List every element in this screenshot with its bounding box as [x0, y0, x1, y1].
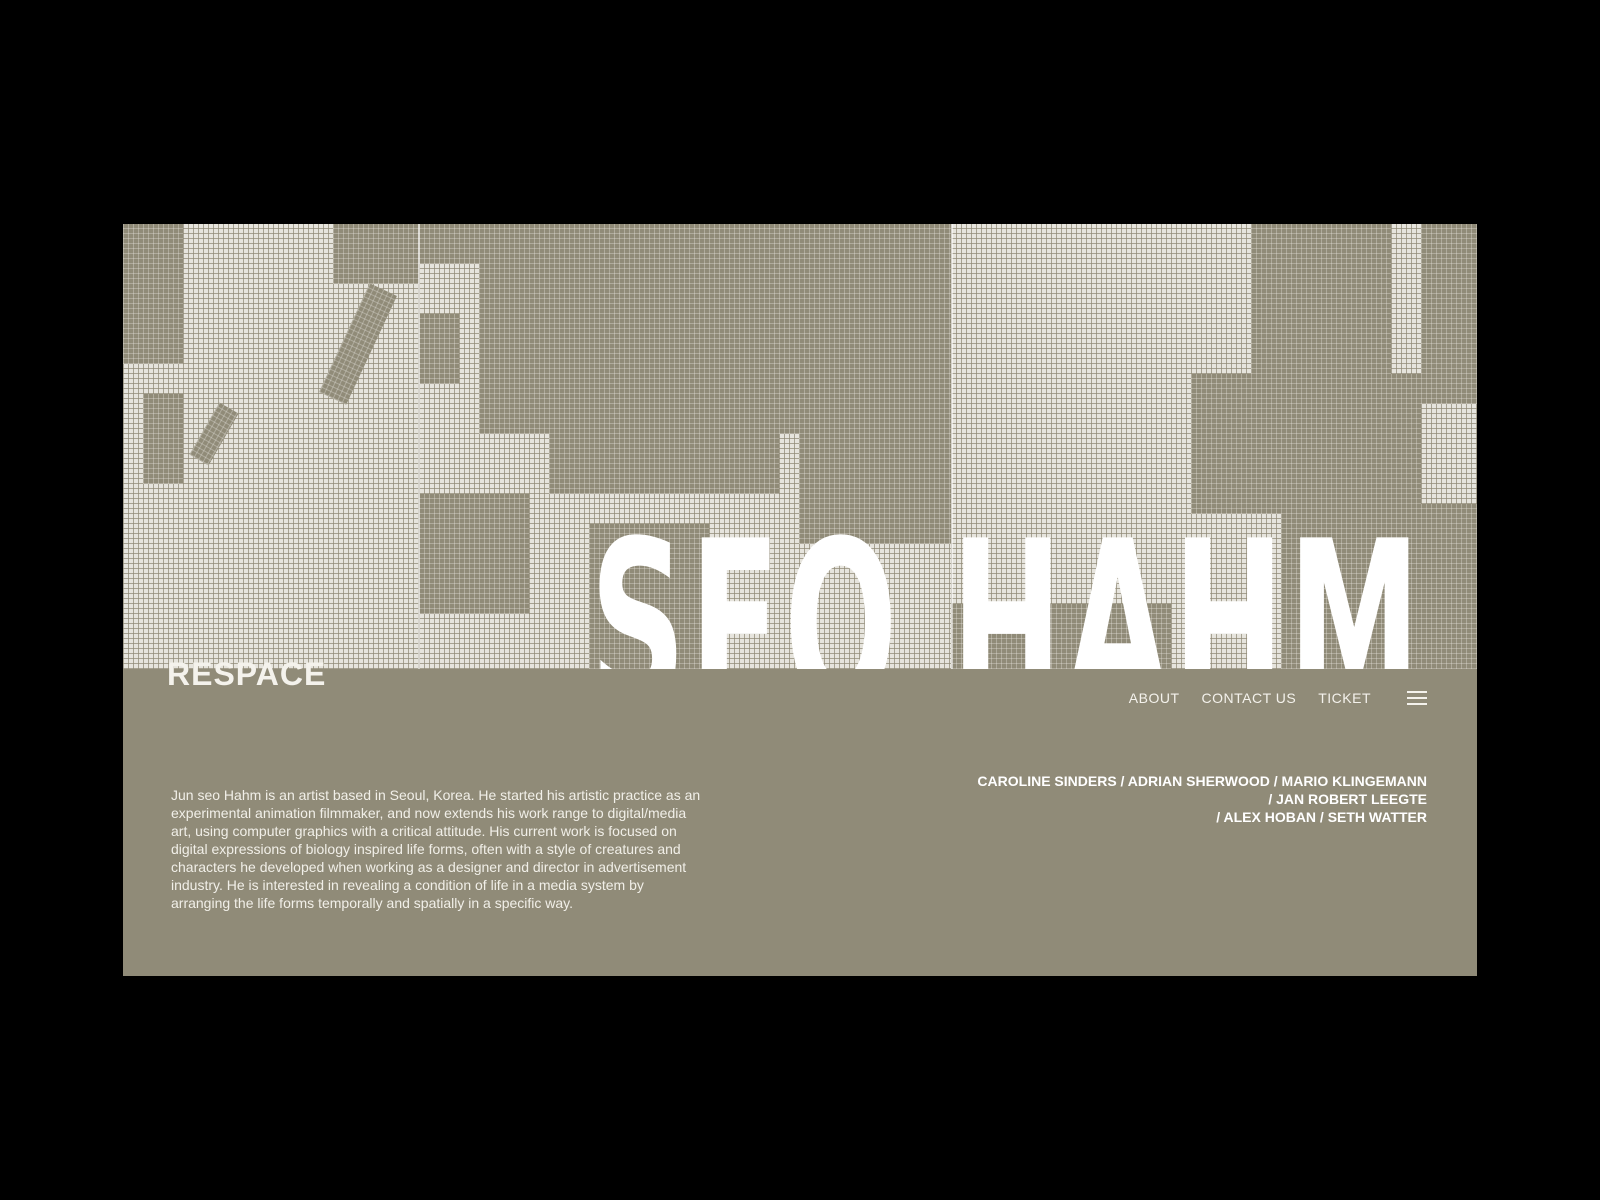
halftone-photo-panel — [123, 224, 419, 669]
hero-image: JUN SEO HAHM — [123, 224, 1477, 669]
hero-title-text: JUN SEO HAHM — [526, 512, 1424, 669]
artist-list-line: / JAN ROBERT LEEGTE — [1268, 791, 1427, 807]
artist-bio: Jun seo Hahm is an artist based in Seoul… — [171, 787, 701, 911]
artist-list-line: CAROLINE SINDERS / ADRIAN SHERWOOD / MAR… — [977, 773, 1427, 789]
hero-title: JUN SEO HAHM — [526, 512, 1476, 669]
panel-divider — [418, 224, 420, 669]
main-nav: ABOUT CONTACT US TICKET — [1129, 690, 1427, 706]
website-frame: JUN SEO HAHM RESPACE ABOUT CONTACT US TI… — [123, 224, 1477, 976]
hamburger-menu-icon[interactable] — [1407, 691, 1427, 705]
artist-list: CAROLINE SINDERS / ADRIAN SHERWOOD / MAR… — [947, 772, 1427, 826]
nav-contact-link[interactable]: CONTACT US — [1202, 690, 1297, 706]
nav-about-link[interactable]: ABOUT — [1129, 690, 1180, 706]
respace-logo[interactable]: RESPACE — [167, 656, 326, 693]
artist-list-line: / ALEX HOBAN / SETH WATTER — [1216, 809, 1427, 825]
nav-ticket-link[interactable]: TICKET — [1318, 690, 1371, 706]
